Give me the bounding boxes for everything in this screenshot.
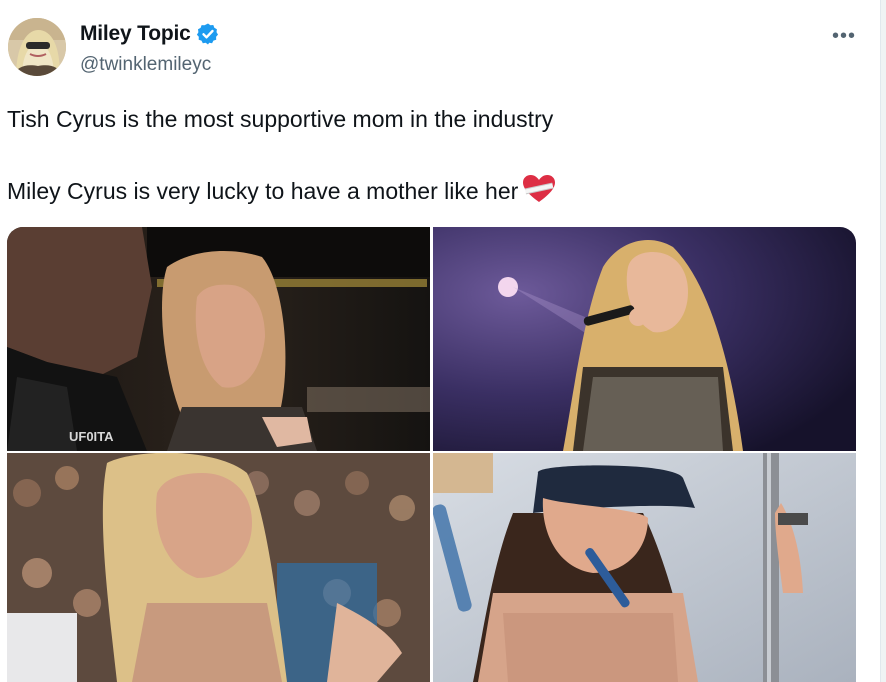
tweet-header: Miley Topic @twinklemileyc ••• — [8, 18, 878, 82]
tweet-text-line-1: Tish Cyrus is the most supportive mom in… — [7, 106, 554, 132]
more-options-button[interactable]: ••• — [828, 22, 860, 50]
photo-3[interactable] — [7, 453, 430, 682]
avatar-portrait — [8, 18, 66, 76]
name-row: Miley Topic — [80, 22, 220, 46]
avatar[interactable] — [8, 18, 66, 76]
tweet-text: Tish Cyrus is the most supportive mom in… — [7, 102, 867, 208]
photo-4[interactable] — [433, 453, 856, 682]
display-name[interactable]: Miley Topic — [80, 22, 191, 46]
tweet-text-line-2-text: Miley Cyrus is very lucky to have a moth… — [7, 178, 519, 204]
photo-1-overlay-text: UF0ITA — [69, 429, 114, 444]
media-grid: UF0ITA — [7, 227, 856, 682]
author-handle[interactable]: @twinklemileyc — [80, 54, 211, 76]
tweet-text-line-2: Miley Cyrus is very lucky to have a moth… — [7, 174, 867, 208]
timeline-border — [880, 0, 886, 682]
mending-heart-emoji-icon — [522, 174, 556, 204]
photo-1[interactable]: UF0ITA — [7, 227, 430, 451]
photo-2[interactable] — [433, 227, 856, 451]
verified-badge-icon — [196, 22, 220, 46]
